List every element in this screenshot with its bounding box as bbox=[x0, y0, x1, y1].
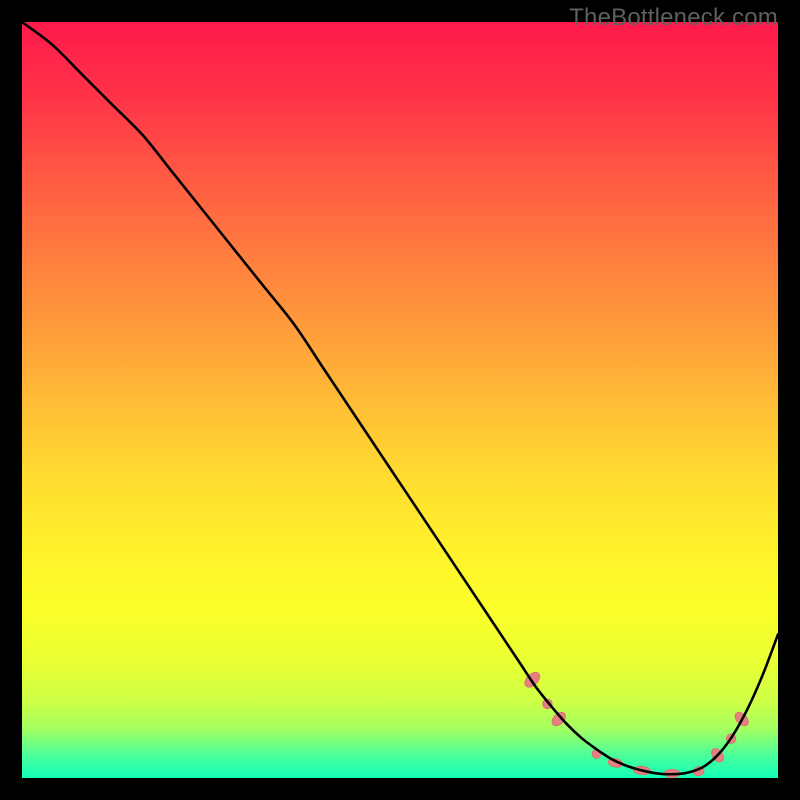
chart-frame: TheBottleneck.com bbox=[0, 0, 800, 800]
chart-svg bbox=[22, 22, 778, 778]
gradient-background bbox=[22, 22, 778, 778]
watermark-text: TheBottleneck.com bbox=[569, 4, 778, 32]
plot-area bbox=[22, 22, 778, 778]
